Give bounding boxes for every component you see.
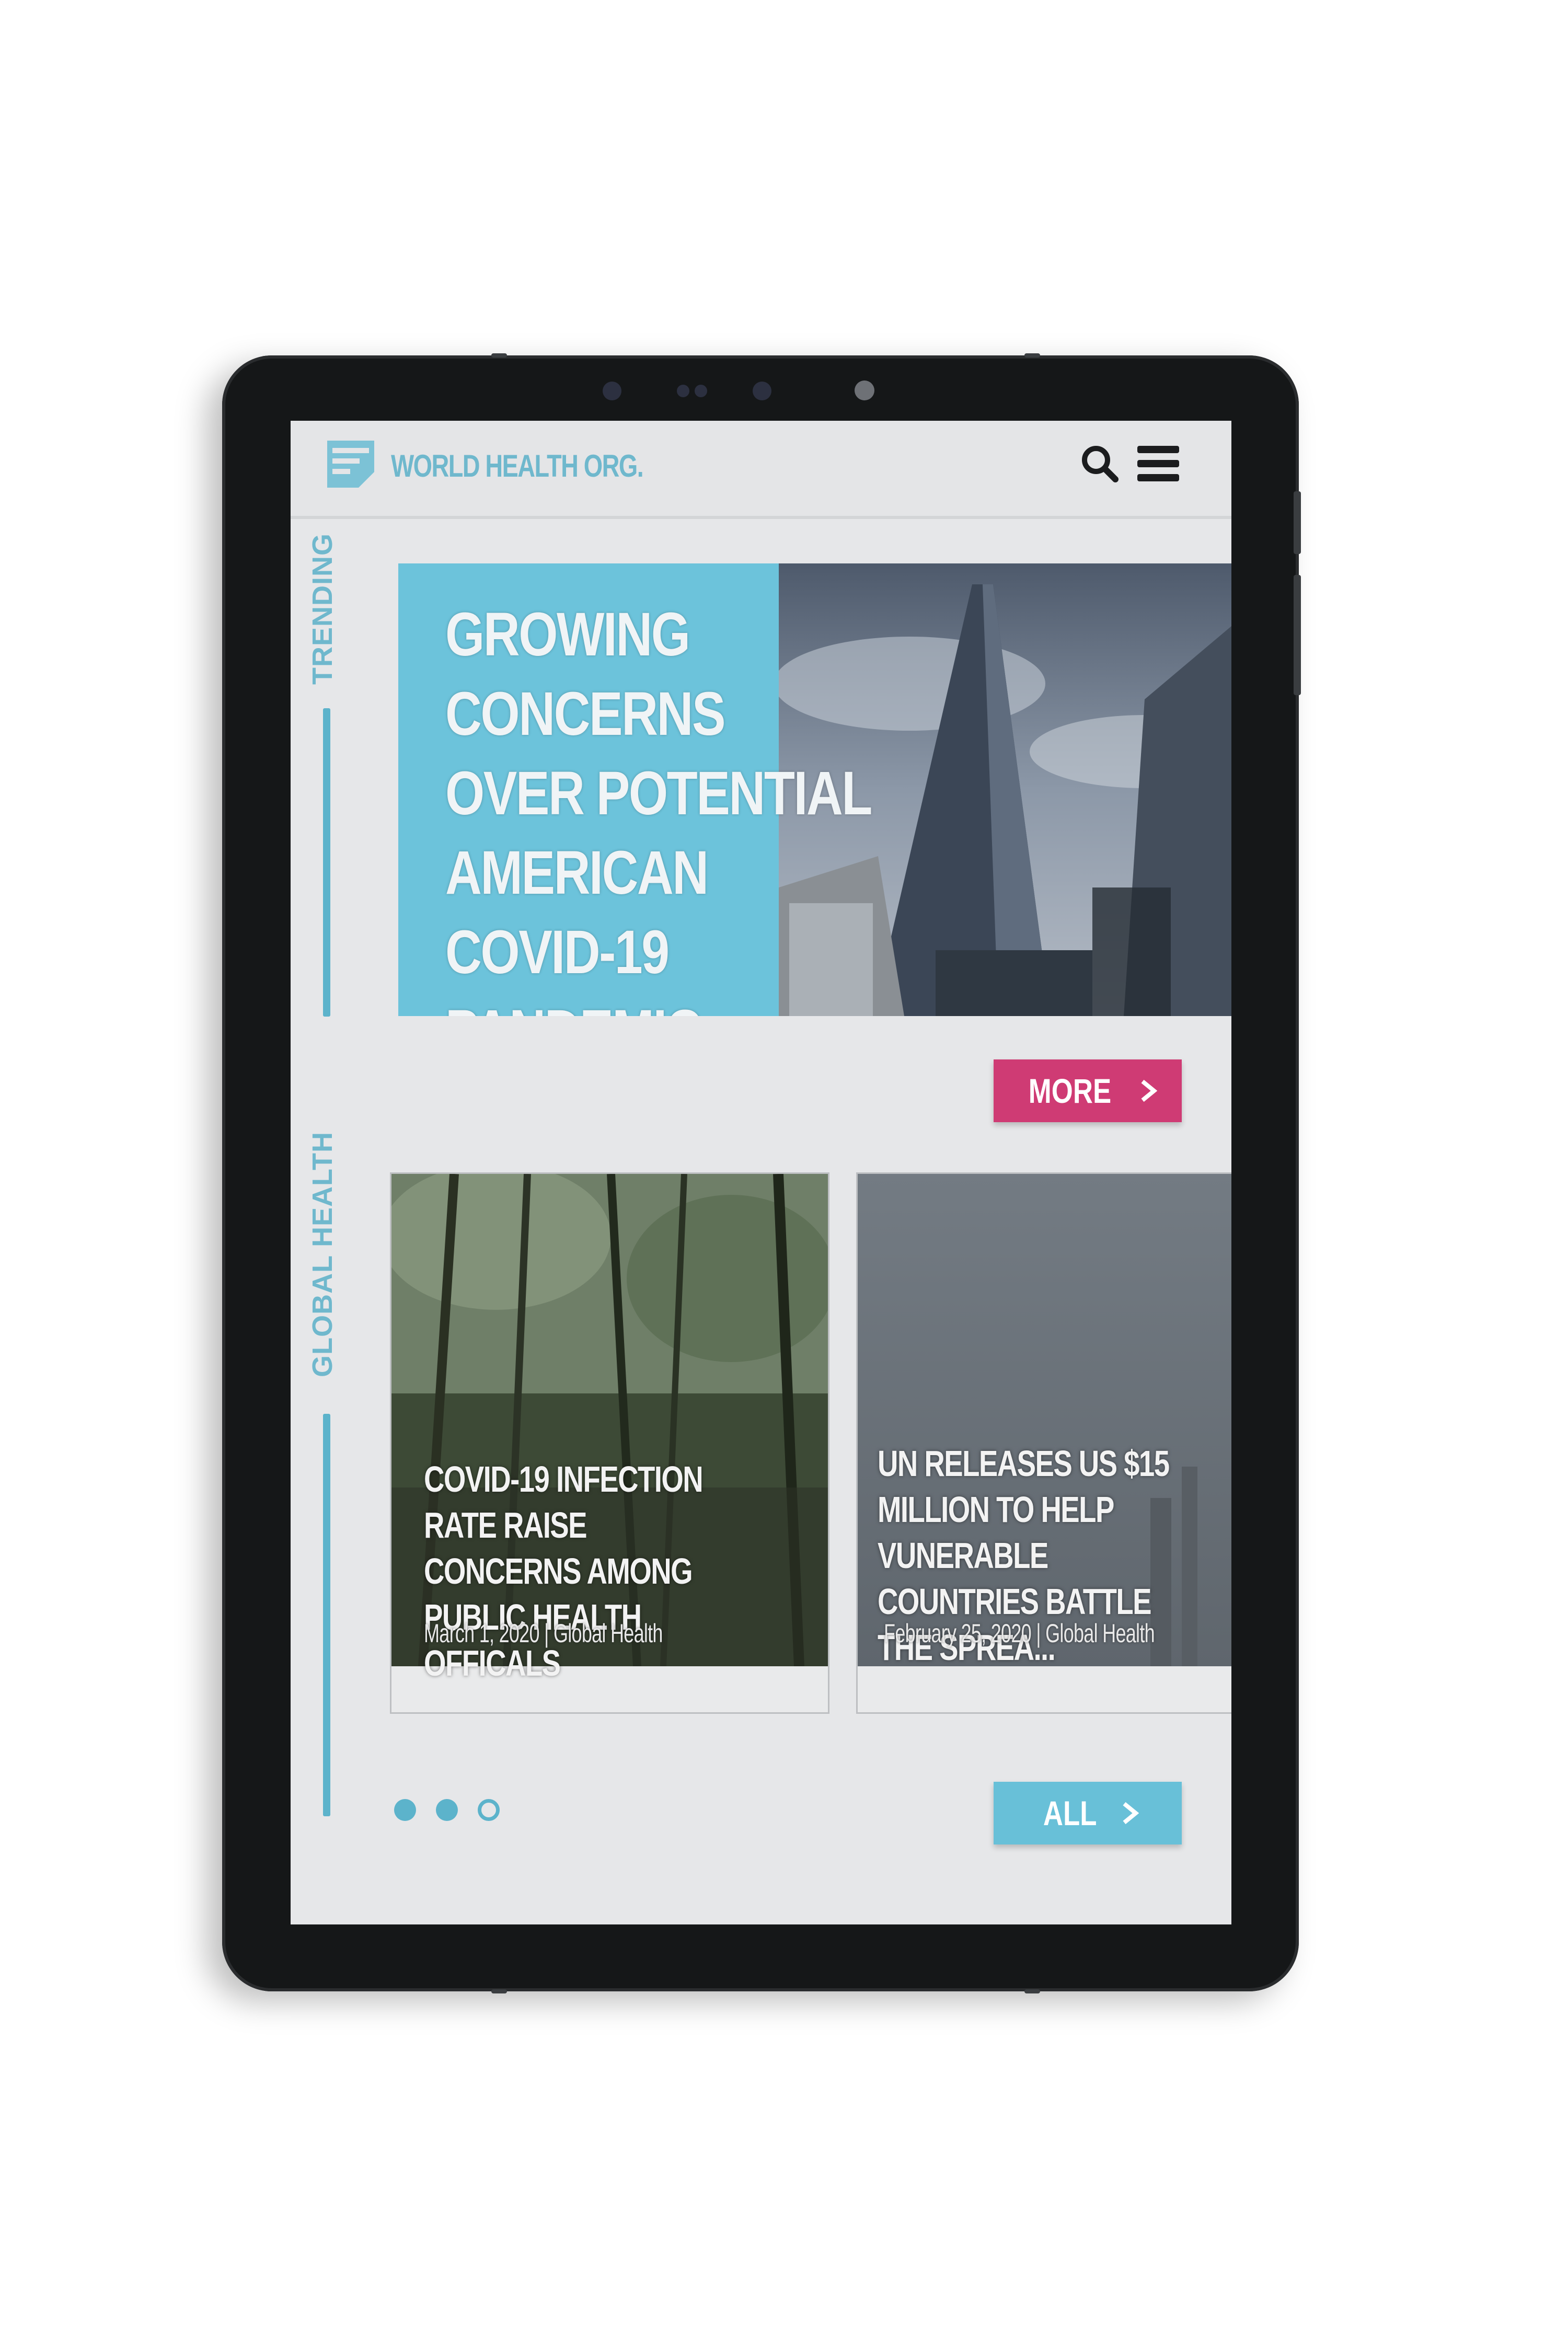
article-card[interactable]: UN RELEASES US $15 MILLION TO HELP VUNER… — [856, 1172, 1231, 1714]
logo-icon[interactable] — [327, 441, 374, 488]
top-edge-mark — [1024, 353, 1040, 358]
bottom-edge-mark — [491, 1989, 507, 1993]
global-health-label[interactable]: GLOBAL HEALTH — [306, 1132, 339, 1377]
global-health-indicator-bar — [323, 1414, 330, 1816]
article-meta: February 25, 2020 | Global Health — [884, 1619, 1155, 1648]
more-button-label: MORE — [1028, 1071, 1112, 1110]
power-button — [1294, 575, 1301, 695]
brand-name[interactable]: WORLD HEALTH ORG. — [391, 448, 644, 484]
top-edge-mark — [491, 353, 507, 358]
camera-sensor — [677, 385, 689, 397]
article-title[interactable]: COVID-19 INFECTION RATE RAISE CONCERNS A… — [424, 1456, 742, 1686]
bottom-edge-mark — [1024, 1989, 1040, 1993]
chevron-right-icon — [1141, 1079, 1157, 1102]
article-card[interactable]: COVID-19 INFECTION RATE RAISE CONCERNS A… — [390, 1172, 829, 1714]
hero-title[interactable]: GROWING CONCERNS OVER POTENTIAL AMERICAN… — [445, 595, 874, 1016]
volume-button — [1294, 491, 1301, 554]
chevron-right-icon — [1123, 1802, 1139, 1825]
more-button[interactable]: MORE — [994, 1059, 1182, 1122]
camera-lens — [855, 381, 874, 400]
carousel-dot[interactable] — [478, 1799, 500, 1821]
trending-label[interactable]: TRENDING — [306, 533, 339, 685]
hamburger-menu-icon[interactable] — [1137, 446, 1179, 481]
screen: WORLD HEALTH ORG. TRENDING GLOBAL HEALTH — [291, 421, 1231, 1924]
header: WORLD HEALTH ORG. — [291, 421, 1231, 519]
all-button-label: ALL — [1043, 1794, 1097, 1832]
search-icon[interactable] — [1079, 443, 1121, 485]
carousel-dot-active[interactable] — [436, 1799, 458, 1821]
carousel-dot-active[interactable] — [394, 1799, 416, 1821]
all-button[interactable]: ALL — [994, 1782, 1182, 1844]
camera-sensor — [603, 382, 621, 400]
trending-indicator-bar — [323, 708, 330, 1017]
article-meta: March 1, 2020 | Global Health — [424, 1619, 663, 1648]
hero-banner[interactable]: GROWING CONCERNS OVER POTENTIAL AMERICAN… — [398, 563, 1231, 1016]
camera-sensor — [753, 382, 771, 400]
camera-sensor — [695, 385, 707, 397]
